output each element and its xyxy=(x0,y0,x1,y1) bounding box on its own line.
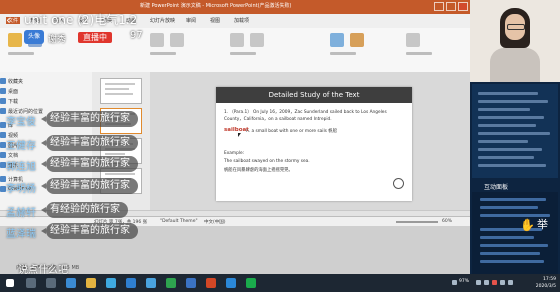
powerpoint-icon[interactable] xyxy=(206,278,216,288)
comment-bubble: 经验丰富的旅行家 xyxy=(41,111,138,127)
minimize-icon[interactable] xyxy=(434,2,444,11)
volume-icon[interactable] xyxy=(484,280,489,285)
file-explorer-icon[interactable] xyxy=(86,278,96,288)
app-icon[interactable] xyxy=(226,278,236,288)
comment-author: 王健存 xyxy=(6,141,36,152)
comment-author: 孟赫轩 xyxy=(6,208,36,219)
taskbar-clock[interactable]: 17:59 2020/3/5 xyxy=(520,276,556,290)
mail-icon[interactable] xyxy=(126,278,136,288)
ribbon-group-label xyxy=(8,52,34,55)
ribbon-group-label xyxy=(406,52,432,55)
comment-bubble: 经验丰富的旅行家 xyxy=(41,156,138,172)
windows-start-icon[interactable] xyxy=(6,279,14,287)
notification-icon[interactable] xyxy=(500,280,505,285)
ppt-ribbon xyxy=(0,28,470,73)
host-name: 谢秀 xyxy=(48,35,67,45)
status-theme: "Default Theme" xyxy=(160,219,198,224)
paste-icon[interactable] xyxy=(8,33,22,47)
network-icon[interactable] xyxy=(476,280,481,285)
comment-author: 李宝俊 xyxy=(6,117,36,128)
wechat-icon[interactable] xyxy=(166,278,176,288)
download-icon xyxy=(0,98,6,104)
edge-icon[interactable] xyxy=(66,278,76,288)
slide-example-cn: 帆船在风暴肆虐的海面上摇摇晃晃。 xyxy=(224,168,293,173)
shared-file-list xyxy=(472,84,558,178)
maximize-icon[interactable] xyxy=(446,2,456,11)
live-status-badge: 直播中 xyxy=(78,32,112,43)
audio-play-icon[interactable] xyxy=(393,178,404,189)
raise-hand-label[interactable]: 举 xyxy=(537,216,548,232)
comment-bubble: 经验丰富的旅行家 xyxy=(41,178,138,194)
battery-percent: 97% xyxy=(459,279,470,284)
slide-paragraph-line1: 1. （Para.1） On July 16，2009，Zac Sunderla… xyxy=(224,110,387,115)
bold-icon[interactable] xyxy=(170,33,184,47)
store-icon[interactable] xyxy=(106,278,116,288)
star-icon xyxy=(0,78,6,84)
desktop-icon xyxy=(0,88,6,94)
search-icon[interactable] xyxy=(26,278,36,288)
comment-author: 李明杨 xyxy=(6,184,36,195)
slide-example-label: Example: xyxy=(224,151,245,156)
right-panel: 互动面板 xyxy=(470,0,560,274)
comment-bubble: 经验丰富的旅行家 xyxy=(41,135,138,151)
battery-icon[interactable] xyxy=(452,280,457,285)
current-slide[interactable]: Detailed Study of the Text 1. （Para.1） O… xyxy=(216,87,412,201)
glasses-icon xyxy=(507,24,525,30)
back-icon[interactable]: ‹ xyxy=(6,13,11,27)
ribbon-group-label xyxy=(330,52,356,55)
align-icon[interactable] xyxy=(250,33,264,47)
interaction-feed[interactable] xyxy=(472,192,558,274)
comment-bubble: 经验丰富的旅行家 xyxy=(41,223,138,239)
comment-input[interactable]: 说点什么吧 xyxy=(18,261,68,276)
language-icon[interactable] xyxy=(508,280,513,285)
clock-date: 2020/3/5 xyxy=(535,284,556,289)
comment-author: 蓝泽瑞 xyxy=(6,229,36,240)
ribbon-group-label xyxy=(150,52,176,55)
find-icon[interactable] xyxy=(406,33,420,47)
slide-example-en: The sailboat swayed on the stormy sea. xyxy=(224,159,310,164)
browser-icon[interactable] xyxy=(146,278,156,288)
comment-author: 郭连旭 xyxy=(6,162,36,173)
raise-hand-icon[interactable]: ✋ xyxy=(520,218,535,232)
teacher-camera-feed xyxy=(470,0,560,82)
mouse-cursor-icon xyxy=(238,133,241,137)
task-view-icon[interactable] xyxy=(46,278,56,288)
shapes-icon[interactable] xyxy=(330,33,344,47)
tab-review[interactable]: 审阅 xyxy=(186,17,196,24)
zoom-slider[interactable] xyxy=(396,221,438,223)
input-method-icon[interactable] xyxy=(492,280,497,285)
font-icon[interactable] xyxy=(150,33,164,47)
windows-taskbar: 97% 17:59 2020/3/5 xyxy=(0,274,560,292)
sidebar-item-downloads[interactable]: 下载 xyxy=(0,98,18,105)
close-icon[interactable] xyxy=(458,2,468,11)
comment-bubble: 有经验的旅行家 xyxy=(41,202,128,218)
interaction-panel-label[interactable]: 互动面板 xyxy=(484,182,508,191)
tab-slideshow[interactable]: 幻灯片放映 xyxy=(150,17,175,24)
ppt-window-title: 新建 PowerPoint 演示文稿 - Microsoft PowerPoin… xyxy=(140,3,292,9)
tab-view[interactable]: 视图 xyxy=(210,17,220,24)
sidebar-item-desktop[interactable]: 桌面 xyxy=(0,88,18,95)
avatar[interactable]: 头像 xyxy=(24,30,44,44)
sidebar-item-favorites[interactable]: 收藏夹 xyxy=(0,78,23,85)
room-title: unit one (2)电气1.2 xyxy=(24,13,138,27)
slide-paragraph-line2: County，California，on a sailboat named In… xyxy=(224,117,332,122)
slide-title: Detailed Study of the Text xyxy=(216,87,412,103)
status-zoom: 60% xyxy=(442,219,453,224)
viewer-count: 97 xyxy=(130,30,143,41)
slide-thumbnail[interactable] xyxy=(100,78,142,104)
tab-addins[interactable]: 加载项 xyxy=(234,17,249,24)
clock-time: 17:59 xyxy=(543,277,556,282)
slide-keyword-definition: n. a small boat with one or more sails 帆… xyxy=(246,129,337,134)
status-language: 中文(中国) xyxy=(204,220,226,225)
word-icon[interactable] xyxy=(186,278,196,288)
arrange-icon[interactable] xyxy=(350,33,364,47)
app-icon[interactable] xyxy=(246,278,256,288)
paragraph-icon[interactable] xyxy=(230,33,244,47)
ribbon-group-label xyxy=(230,52,256,55)
